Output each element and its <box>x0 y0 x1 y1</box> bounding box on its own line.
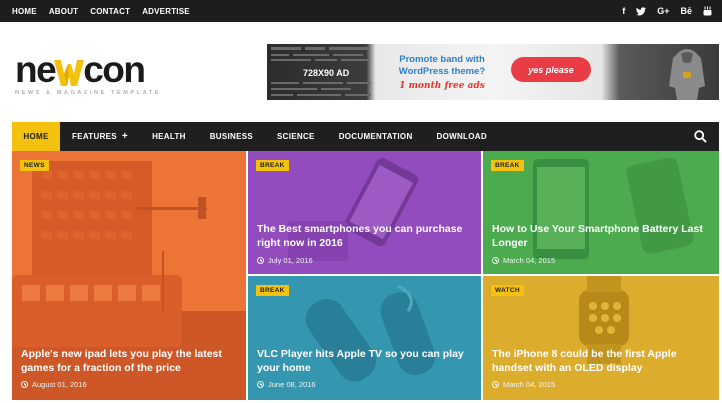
main-nav: HOME FEATURES + HEALTH BUSINESS SCIENCE … <box>12 122 719 151</box>
card-date-text: June 08, 2016 <box>268 380 316 389</box>
ad-hoodie-image <box>667 46 707 100</box>
featured-card-5[interactable]: WATCH The iPhone 8 could be the first Ap… <box>483 276 719 400</box>
category-badge[interactable]: BREAK <box>491 160 524 171</box>
top-link-home[interactable]: HOME <box>12 7 37 16</box>
logo-tagline: NEWS & MAGAZINE TEMPLATE <box>15 90 162 96</box>
top-link-about[interactable]: ABOUT <box>49 7 78 16</box>
clock-icon <box>492 257 499 264</box>
featured-card-4[interactable]: BREAK VLC Player hits Apple TV so you ca… <box>248 276 481 400</box>
ad-free-text: 1 month free ads <box>399 81 485 91</box>
card-date-text: March 04, 2015 <box>503 256 556 265</box>
category-badge[interactable]: BREAK <box>256 285 289 296</box>
plus-icon: + <box>121 131 129 142</box>
ad-yes-button[interactable]: yes please <box>511 57 591 82</box>
ad-banner[interactable]: 728X90 AD Promote band with WordPress th… <box>267 44 719 100</box>
top-link-contact[interactable]: CONTACT <box>90 7 130 16</box>
ad-size-label: 728X90 AD <box>303 68 350 78</box>
main-nav-list: HOME FEATURES + HEALTH BUSINESS SCIENCE … <box>12 122 719 151</box>
category-badge[interactable]: BREAK <box>256 160 289 171</box>
category-badge[interactable]: NEWS <box>20 160 49 171</box>
site-logo[interactable]: ne con NEWS & MAGAZINE TEMPLATE <box>15 49 162 96</box>
twitter-icon[interactable] <box>636 6 647 16</box>
clock-icon <box>492 381 499 388</box>
card-title[interactable]: VLC Player hits Apple TV so you can play… <box>257 347 477 375</box>
card-title[interactable]: Apple's new ipad lets you play the lates… <box>21 347 241 375</box>
top-nav: HOME ABOUT CONTACT ADVERTISE <box>12 0 190 22</box>
youtube-icon[interactable] <box>703 6 712 16</box>
featured-grid: NEWS Apple's new ipad lets you play the … <box>12 151 719 400</box>
nav-business[interactable]: BUSINESS <box>198 122 265 151</box>
nav-download[interactable]: DOWNLOAD <box>425 122 499 151</box>
card-date-text: March 04, 2015 <box>503 380 556 389</box>
nav-documentation[interactable]: DOCUMENTATION <box>327 122 425 151</box>
logo-text-post: con <box>83 49 146 90</box>
card-date-text: August 01, 2016 <box>32 380 87 389</box>
card-title[interactable]: How to Use Your Smartphone Battery Last … <box>492 222 717 250</box>
card-date-text: July 01, 2016 <box>268 256 313 265</box>
logo-text-pre: ne <box>15 49 57 90</box>
card-date: June 08, 2016 <box>257 380 316 389</box>
top-bar: HOME ABOUT CONTACT ADVERTISE f G+ Bē <box>0 0 722 22</box>
clock-icon <box>21 381 28 388</box>
nav-health[interactable]: HEALTH <box>140 122 198 151</box>
clock-icon <box>257 381 264 388</box>
nav-features[interactable]: FEATURES + <box>60 122 140 151</box>
card-date: August 01, 2016 <box>21 380 87 389</box>
logo-w-mark <box>54 56 85 88</box>
clock-icon <box>257 257 264 264</box>
featured-card-3[interactable]: BREAK How to Use Your Smartphone Battery… <box>483 151 719 274</box>
top-link-advertise[interactable]: ADVERTISE <box>142 7 190 16</box>
card-date: March 04, 2015 <box>492 380 555 389</box>
ad-promote-text: Promote band with WordPress theme? <box>398 54 486 77</box>
nav-science[interactable]: SCIENCE <box>265 122 327 151</box>
social-links: f G+ Bē <box>622 0 712 22</box>
card-title[interactable]: The iPhone 8 could be the first Apple ha… <box>492 347 717 375</box>
facebook-icon[interactable]: f <box>622 6 625 16</box>
behance-icon[interactable]: Bē <box>680 6 692 16</box>
search-icon[interactable] <box>694 130 707 143</box>
category-badge[interactable]: WATCH <box>491 285 524 296</box>
featured-card-2[interactable]: BREAK The Best smartphones you can purch… <box>248 151 481 274</box>
google-plus-icon[interactable]: G+ <box>657 6 669 16</box>
logo-wordmark: ne con <box>15 49 161 90</box>
card-title[interactable]: The Best smartphones you can purchase ri… <box>257 222 477 250</box>
card-date: July 01, 2016 <box>257 256 313 265</box>
card-date: March 04, 2015 <box>492 256 555 265</box>
featured-card-large[interactable]: NEWS Apple's new ipad lets you play the … <box>12 151 246 400</box>
nav-home[interactable]: HOME <box>12 122 60 151</box>
nav-features-label: FEATURES <box>72 132 117 141</box>
